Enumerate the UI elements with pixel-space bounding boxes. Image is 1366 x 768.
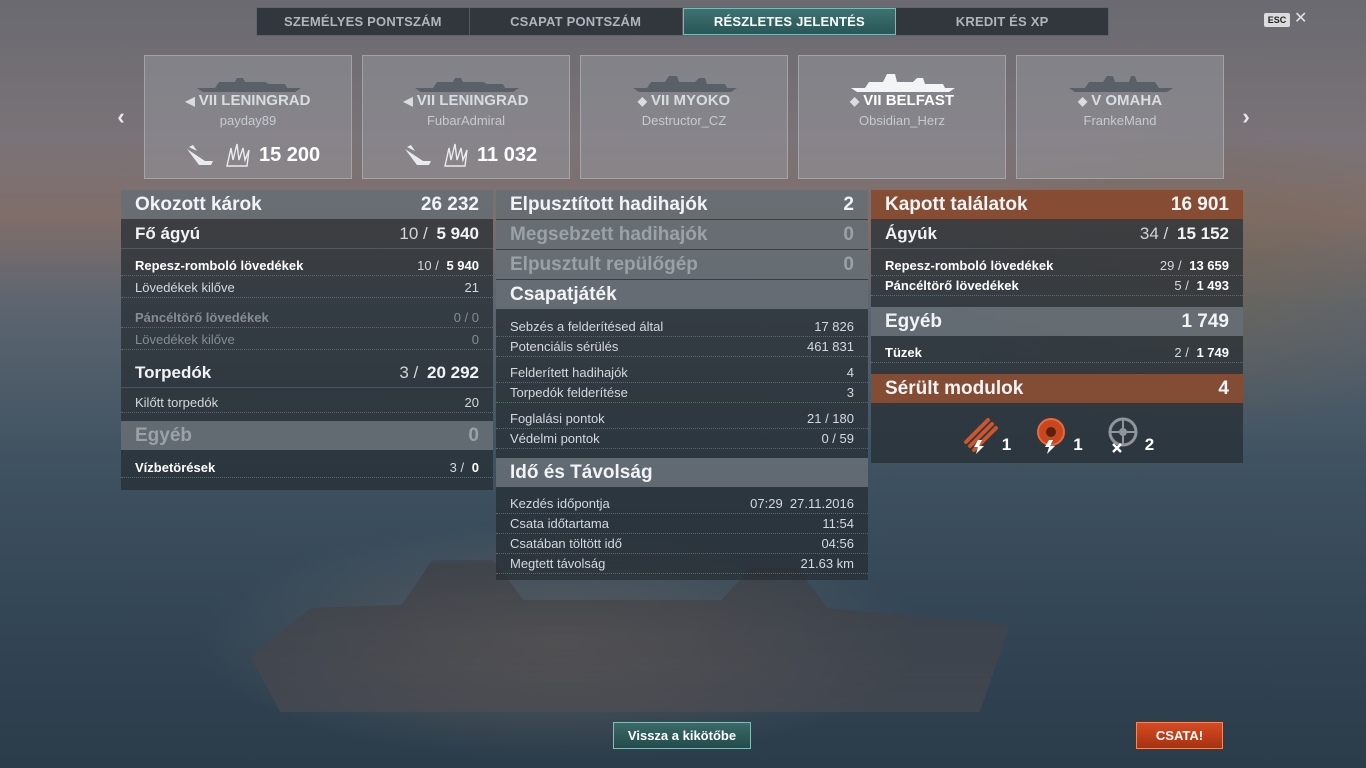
ship-name: OMAHA — [1105, 92, 1163, 109]
time-row: Csatában töltött idő 04:56 — [496, 534, 868, 554]
ship-silhouette-icon — [851, 74, 955, 92]
cruiser-icon: ◆ — [849, 94, 860, 108]
teamplay-row: Potenciális sérülés 461 831 — [496, 337, 868, 357]
damage-dealt-panel: Okozott károk 26 232 Fő ágyú 10 / 5 940 … — [121, 190, 493, 490]
he-shells-row: Repesz-romboló lövedékek 10 / 5 940 — [121, 256, 493, 276]
damage-explosion-icon — [444, 143, 468, 167]
teamplay-header: Csapatjáték — [496, 280, 868, 309]
ships-destroyed-header: Elpusztított hadihajók 2 — [496, 190, 868, 219]
ship-tier: VII — [198, 92, 218, 109]
prev-arrow-icon[interactable]: ‹ — [113, 104, 129, 130]
he-received-row: Repesz-romboló lövedékek 29 / 13 659 — [871, 256, 1243, 276]
ship-tier: VII — [863, 92, 882, 109]
destroyer-icon: ◀ — [403, 94, 413, 108]
tab-personal-score[interactable]: SZEMÉLYES PONTSZÁM — [257, 8, 470, 35]
ship-card-own[interactable]: ◆ VII BELFAST Obsidian_Herz — [798, 55, 1006, 179]
damage-dealt-header: Okozott károk 26 232 — [121, 190, 493, 219]
time-row: Csata időtartama 11:54 — [496, 514, 868, 534]
player-name: Destructor_CZ — [641, 113, 727, 128]
ship-card[interactable]: ◆ V OMAHA FrankeMand — [1016, 55, 1224, 179]
ap-received-row: Páncéltörő lövedékek 5 / 1 493 — [871, 276, 1243, 296]
torpedo-tubes-damaged-icon — [963, 418, 998, 454]
module-item: 1 — [960, 414, 1011, 454]
planes-destroyed-header: Elpusztult repülőgép 0 — [496, 250, 868, 279]
back-to-port-button[interactable]: Vissza a kikötőbe — [613, 722, 751, 749]
cruiser-icon: ◆ — [1077, 94, 1088, 108]
background-ship — [250, 560, 1010, 712]
time-row: Kezdés időpontja 07:29 27.11.2016 — [496, 494, 868, 514]
teamplay-row: Sebzés a felderítésed által 17 826 — [496, 317, 868, 337]
damaged-modules-list: 1 1 2 — [871, 414, 1243, 454]
ship-name: LENINGRAD — [439, 92, 529, 109]
player-name: FrankeMand — [1083, 113, 1157, 128]
destroyer-icon: ◀ — [185, 94, 195, 108]
module-item: 2 — [1103, 414, 1154, 454]
tab-team-score[interactable]: CSAPAT PONTSZÁM — [470, 8, 683, 35]
player-name: payday89 — [219, 113, 277, 128]
ship-tier: VII — [416, 92, 436, 109]
ship-tier: V — [1091, 92, 1102, 109]
hits-received-header: Kapott találatok 16 901 — [871, 190, 1243, 219]
ship-card[interactable]: ◀ VII LENINGRAD payday89 15 200 — [144, 55, 352, 179]
player-name: FubarAdmiral — [426, 113, 506, 128]
tab-credits-xp[interactable]: KREDIT ÉS XP — [896, 8, 1108, 35]
ship-card[interactable]: ◆ VII MYOKO Destructor_CZ — [580, 55, 788, 179]
tab-detailed-report[interactable]: RÉSZLETES JELENTÉS — [682, 8, 897, 35]
damage-received-panel: Kapott találatok 16 901 Ágyúk 34 / 15 15… — [871, 190, 1243, 463]
cruiser-icon: ◆ — [637, 94, 648, 108]
ship-silhouette-icon — [633, 76, 737, 92]
module-item: 1 — [1031, 414, 1083, 454]
torpedoes-row: Torpedók 3 / 20 292 — [121, 359, 493, 388]
damage-explosion-icon — [226, 143, 250, 167]
ship-tier: VII — [651, 92, 670, 109]
next-arrow-icon[interactable]: › — [1238, 104, 1254, 130]
he-fired-row: Lövedékek kilőve 21 — [121, 278, 493, 298]
ship-silhouette-icon — [415, 78, 519, 92]
guns-received-row: Ágyúk 34 / 15 152 — [871, 220, 1243, 249]
ship-name: MYOKO — [673, 92, 731, 109]
report-tabs: SZEMÉLYES PONTSZÁM CSAPAT PONTSZÁM RÉSZL… — [256, 7, 1109, 36]
teamplay-row: Foglalási pontok 21 / 180 — [496, 409, 868, 429]
battle-button[interactable]: CSATA! — [1136, 722, 1223, 749]
ship-name: LENINGRAD — [221, 92, 311, 109]
player-name: Obsidian_Herz — [859, 113, 945, 128]
other-received-header: Egyéb 1 749 — [871, 307, 1243, 336]
ship-silhouette-icon — [197, 78, 301, 92]
ap-shells-row: Páncéltörő lövedékek 0 / 0 — [121, 308, 493, 328]
card-score-value: 11 032 — [477, 143, 538, 166]
teamplay-row: Védelmi pontok 0 / 59 — [496, 429, 868, 449]
steering-destroyed-icon — [1108, 417, 1138, 453]
sinking-ship-icon — [187, 145, 213, 165]
engine-damaged-icon — [1037, 418, 1066, 454]
time-distance-header: Idő és Távolság — [496, 458, 868, 487]
torpedoes-fired-row: Kilőtt torpedók 20 — [121, 393, 493, 413]
sinking-ship-icon — [405, 145, 431, 165]
close-icon[interactable]: ✕ — [1294, 10, 1307, 28]
flooding-row: Vízbetörések 3 / 0 — [121, 458, 493, 478]
ship-name: BELFAST — [885, 92, 955, 109]
other-damage-header: Egyéb 0 — [121, 421, 493, 450]
time-row: Megtett távolság 21.63 km — [496, 554, 868, 574]
battle-stats-panel: Elpusztított hadihajók 2 Megsebzett hadi… — [496, 190, 868, 580]
ship-card[interactable]: ◀ VII LENINGRAD FubarAdmiral 11 032 — [362, 55, 570, 179]
fires-row: Tüzek 2 / 1 749 — [871, 343, 1243, 363]
ship-silhouette-icon — [1069, 76, 1173, 92]
teamplay-row: Torpedók felderítése 3 — [496, 383, 868, 403]
main-guns-row: Fő ágyú 10 / 5 940 — [121, 220, 493, 249]
esc-key-badge[interactable]: ESC — [1264, 13, 1290, 27]
card-score-value: 15 200 — [259, 143, 321, 166]
ships-damaged-header: Megsebzett hadihajók 0 — [496, 220, 868, 249]
damaged-modules-header: Sérült modulok 4 — [871, 374, 1243, 403]
teamplay-row: Felderített hadihajók 4 — [496, 363, 868, 383]
ap-fired-row: Lövedékek kilőve 0 — [121, 330, 493, 350]
